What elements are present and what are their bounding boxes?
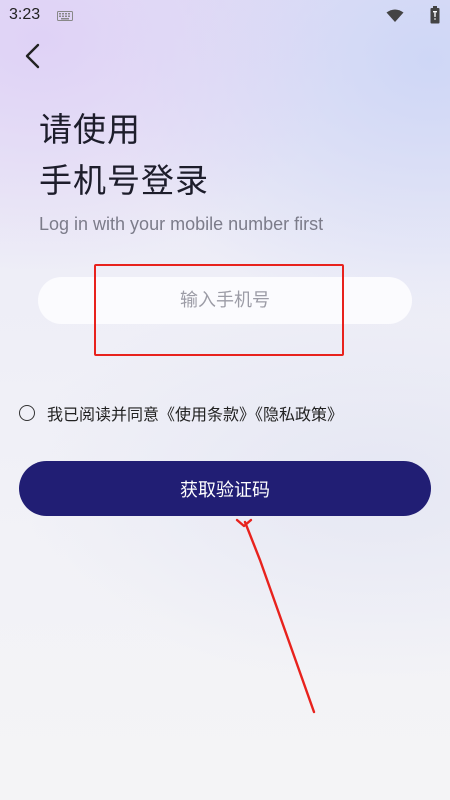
battery-icon	[430, 6, 440, 24]
phone-input-container	[38, 277, 412, 324]
title-line-1: 请使用	[39, 110, 141, 149]
agreement-text: 我已阅读并同意《使用条款》《隐私政策》	[47, 401, 343, 425]
agreement-checkbox[interactable]	[19, 405, 35, 421]
agreement-prefix: 我已阅读并同意	[47, 405, 160, 424]
keyboard-icon	[57, 11, 73, 21]
agreement-row: 我已阅读并同意《使用条款》《隐私政策》	[19, 402, 343, 424]
chevron-left-icon	[25, 43, 40, 69]
title-line-2: 手机号登录	[39, 161, 209, 200]
page-title: 请使用 手机号登录	[39, 104, 209, 206]
phone-input[interactable]	[38, 277, 412, 324]
privacy-link[interactable]: 《隐私政策》	[255, 405, 343, 424]
page-subtitle: Log in with your mobile number first	[39, 214, 324, 234]
back-button[interactable]	[18, 40, 50, 72]
get-code-label: 获取验证码	[180, 479, 270, 501]
terms-link[interactable]: 《使用条款》	[159, 405, 255, 424]
wifi-icon	[386, 9, 404, 22]
status-bar: 3:23	[0, 0, 450, 32]
status-time: 3:23	[9, 6, 41, 23]
get-code-button[interactable]: 获取验证码	[19, 461, 431, 516]
